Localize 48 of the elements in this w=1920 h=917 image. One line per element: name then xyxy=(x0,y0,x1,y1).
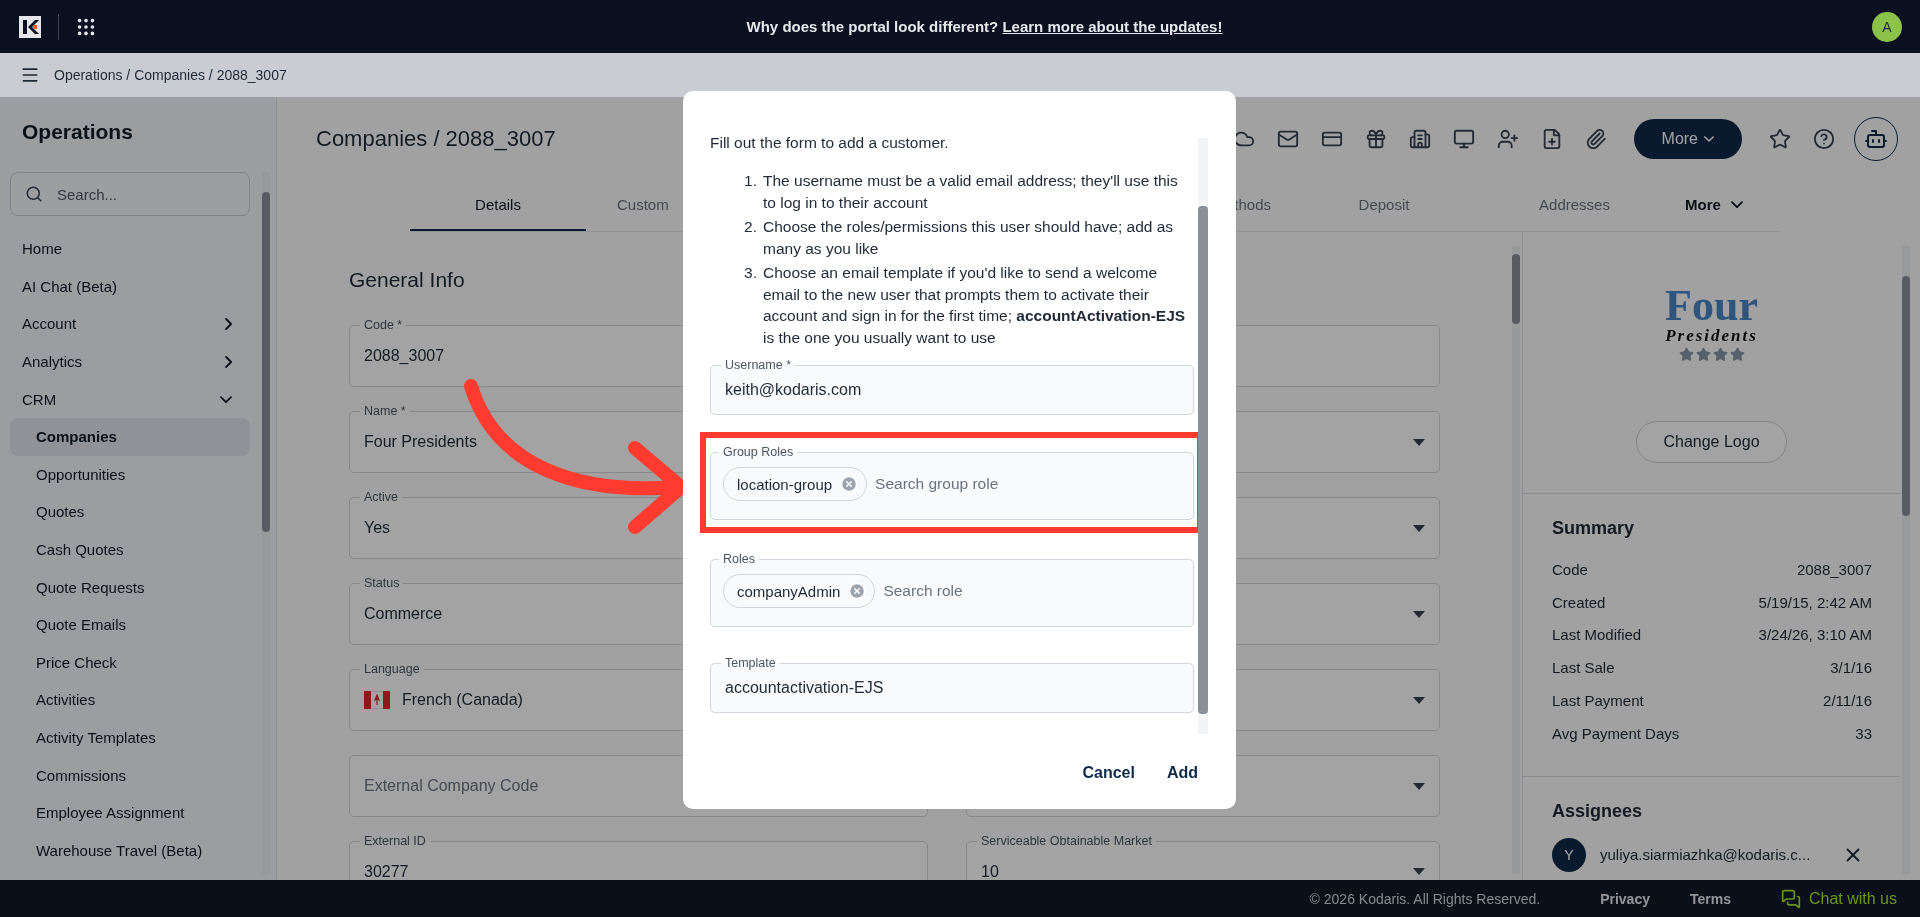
summary-label: Avg Payment Days xyxy=(1552,724,1680,742)
summary-value: 5/19/15, 2:42 AM xyxy=(1758,593,1872,611)
field-label: Language xyxy=(363,662,421,676)
summary-value: 3/24/26, 3:10 AM xyxy=(1758,626,1872,644)
logo-title: Four xyxy=(1665,286,1758,326)
field-value: Yes xyxy=(364,518,391,537)
summary-label: Last Sale xyxy=(1552,659,1615,677)
field-label: Group Roles xyxy=(722,445,795,459)
dialog-intro: Fill out the form to add a customer. xyxy=(710,134,950,152)
assignee-email: yuliya.siarmiazhka@kodaris.c... xyxy=(1600,846,1812,864)
section-title: Assignees xyxy=(1552,800,1644,822)
field-label: Username * xyxy=(724,358,792,372)
field-label: Code * xyxy=(363,318,404,332)
summary-value: 2/11/16 xyxy=(1823,692,1872,710)
sidebar-title: Operations xyxy=(21,119,134,145)
page-title: Companies / 2088_3007 xyxy=(316,125,556,152)
logo-subtitle: Presidents xyxy=(1665,326,1758,346)
copyright-text: © 2026 Kodaris. All Rights Reserved. xyxy=(1309,890,1541,907)
field-label: External ID xyxy=(363,834,427,848)
summary-value: 3/1/16 xyxy=(1830,659,1872,677)
field-label: Status xyxy=(363,576,401,590)
section-title: Summary xyxy=(1552,518,1636,539)
summary-label: Last Modified xyxy=(1552,626,1642,644)
field-placeholder: External Company Code xyxy=(364,777,539,795)
summary-label: Code xyxy=(1552,560,1588,578)
field-value: accountactivation-EJS xyxy=(725,678,884,697)
field-value: Commerce xyxy=(364,604,443,623)
announcement-text: Why does the portal look different? Learn more about the updates! xyxy=(745,18,1224,35)
field-label: Active xyxy=(363,490,400,504)
field-label: Serviceable Obtainable Market xyxy=(980,834,1153,848)
step-text: The username must be a valid email address; they'll use this to log in to their account xyxy=(763,171,1179,213)
summary-label: Created xyxy=(1552,593,1606,611)
field-label: Name * xyxy=(363,404,407,418)
assignee-avatar: Y xyxy=(1552,837,1586,872)
field-value: 30277 xyxy=(364,862,409,880)
field-value: 2088_3007 xyxy=(364,346,445,365)
field-value: Four Presidents xyxy=(364,432,477,451)
step-text: Choose the roles/permissions this user should have; add as many as you like xyxy=(763,217,1175,259)
step-number: 3. xyxy=(743,263,757,283)
breadcrumb: Operations / Companies / 2088_3007 xyxy=(54,67,287,83)
summary-label: Last Payment xyxy=(1552,692,1644,710)
step-number: 2. xyxy=(743,217,757,237)
section-title: General Info xyxy=(349,268,465,292)
summary-value: 2088_3007 xyxy=(1796,560,1872,578)
step-number: 1. xyxy=(743,171,757,191)
summary-value: 33 xyxy=(1855,724,1872,742)
field-value: 10 xyxy=(981,862,999,880)
field-value: French (Canada) xyxy=(402,690,523,709)
